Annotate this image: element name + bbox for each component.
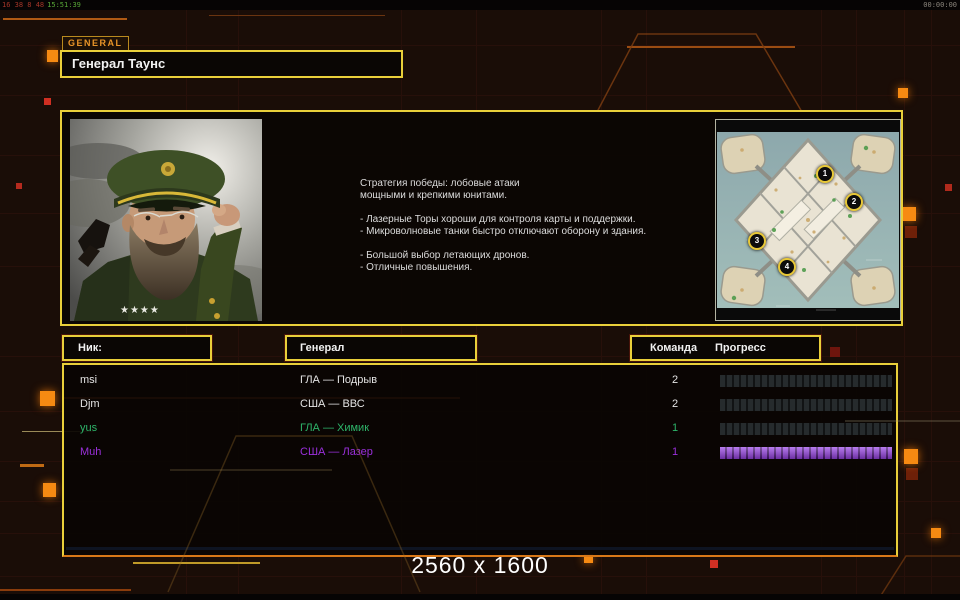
spawn-point-marker: 1 [816, 165, 834, 183]
player-team: 1 [660, 422, 690, 434]
player-row: msi ГЛА — Подрыв 2 [64, 369, 896, 393]
general-portrait: ★★★★ [70, 119, 262, 321]
map-preview: 12 34 [715, 119, 901, 321]
strategy-text: Стратегия победы: лобовые атаки мощными … [360, 178, 705, 274]
strategy-bullet: - Большой выбор летающих дронов. [360, 250, 705, 262]
page-title: Генерал Таунс [60, 50, 403, 78]
player-nick: yus [80, 422, 97, 434]
player-team: 2 [660, 398, 690, 410]
fps-timer-readout: 16 38 8 4815:51:39 [2, 0, 81, 10]
column-header-general: Генерал [285, 335, 477, 361]
loading-progress-bar [720, 423, 892, 435]
resolution-label: 2560 x 1600 [0, 552, 960, 579]
loading-progress-bar [720, 399, 892, 411]
loading-progress-bar [720, 375, 892, 387]
column-header-team-progress: Команда Прогресс [630, 335, 821, 361]
panel-bottom-strip [66, 547, 894, 550]
strategy-line: мощными и крепкими юнитами. [360, 190, 705, 202]
player-nick: msi [80, 374, 97, 386]
loading-progress-bar [720, 447, 892, 459]
column-header-team: Команда [650, 337, 697, 359]
spawn-markers-layer: 12 34 [716, 120, 900, 320]
progress-bar-fill [720, 447, 892, 459]
spawn-point-marker: 4 [778, 258, 796, 276]
strategy-bullet: - Лазерные Торы хороши для контроля карт… [360, 214, 705, 226]
player-row: Djm США — ВВС 2 [64, 393, 896, 417]
player-team: 2 [660, 374, 690, 386]
spawn-point-marker: 2 [845, 193, 863, 211]
column-header-progress: Прогресс [715, 337, 766, 359]
bottom-bar [0, 594, 960, 600]
column-header-nick: Ник: [62, 335, 212, 361]
player-team: 1 [660, 446, 690, 458]
top-status-bar: 16 38 8 4815:51:39 00:00:00 [0, 0, 960, 10]
player-nick: Muh [80, 446, 101, 458]
strategy-line: Стратегия победы: лобовые атаки [360, 178, 705, 190]
spawn-point-marker: 3 [748, 232, 766, 250]
player-row: yus ГЛА — Химик 1 [64, 417, 896, 441]
player-general: ГЛА — Подрыв [300, 374, 377, 386]
svg-text:★★★★: ★★★★ [120, 305, 160, 316]
player-roster-panel: msi ГЛА — Подрыв 2 Djm США — ВВС 2 yus Г… [62, 363, 898, 557]
strategy-bullet: - Микроволновые танки быстро отключают о… [360, 226, 705, 238]
clock-readout: 00:00:00 [923, 0, 957, 10]
player-general: ГЛА — Химик [300, 422, 369, 434]
general-info-panel: ★★★★ Стратегия победы: лобовые атаки мощ… [60, 110, 903, 326]
player-general: США — ВВС [300, 398, 365, 410]
general-portrait-image: ★★★★ [70, 119, 262, 321]
strategy-bullet: - Отличные повышения. [360, 262, 705, 274]
player-general: США — Лазер [300, 446, 373, 458]
player-nick: Djm [80, 398, 100, 410]
player-row: Muh США — Лазер 1 [64, 441, 896, 465]
tab-general: GENERAL [62, 36, 129, 51]
